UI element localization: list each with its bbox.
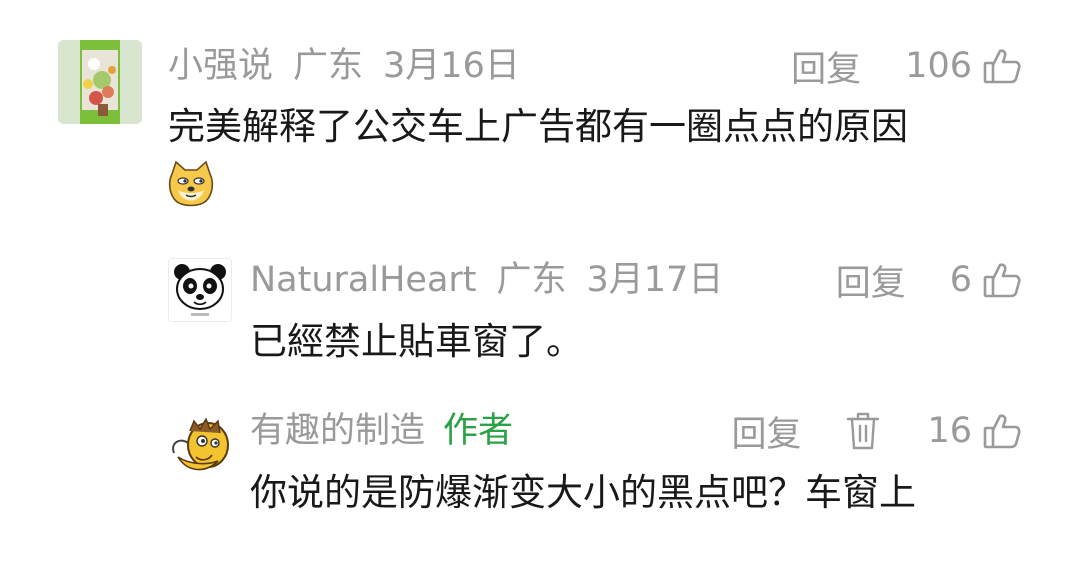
comment-actions: 回复 16 xyxy=(731,409,1022,455)
thumbs-up-icon[interactable] xyxy=(982,46,1022,86)
reply-item: NaturalHeart 广东 3月17日 回复 6 已經禁止貼車窗了。 xyxy=(0,230,1080,370)
author-name[interactable]: 小强说 xyxy=(168,44,273,88)
comment-date: 3月17日 xyxy=(586,260,724,300)
author-region: 广东 xyxy=(293,46,364,86)
comment-meta: NaturalHeart 广东 3月17日 xyxy=(250,258,723,302)
doge-emoji-icon xyxy=(166,160,216,210)
reply-button[interactable]: 回复 xyxy=(731,406,801,457)
like-count: 106 xyxy=(905,46,972,86)
comment-date: 3月16日 xyxy=(383,46,520,86)
reply-item: 有趣的制造 作者 回复 16 你说的是防爆渐变大小的黑点吧？车窗上 xyxy=(0,385,1080,564)
comment-thread: { "comments": [ { "author": "小强说", "regi… xyxy=(0,0,1080,564)
trash-icon[interactable] xyxy=(845,411,881,451)
comment-actions: 回复 106 xyxy=(791,44,1022,90)
comment-text: 已經禁止貼車窗了。 xyxy=(250,320,583,363)
cartoon-avatar-image xyxy=(172,417,229,471)
reply-button[interactable]: 回复 xyxy=(791,41,861,92)
comment-meta: 小强说 广东 3月16日 xyxy=(168,44,520,88)
comment-actions: 回复 6 xyxy=(836,258,1022,304)
avatar[interactable] xyxy=(166,413,232,479)
like-count: 6 xyxy=(949,260,972,300)
avatar[interactable] xyxy=(168,258,232,322)
reply-button[interactable]: 回复 xyxy=(836,255,906,306)
thumbs-up-icon[interactable] xyxy=(982,260,1022,300)
avatar-image xyxy=(58,40,142,124)
thumbs-up-icon[interactable] xyxy=(982,411,1022,451)
panda-avatar-image xyxy=(169,259,231,321)
comment-meta: 有趣的制造 作者 xyxy=(250,409,513,453)
avatar[interactable] xyxy=(58,40,142,124)
comment-text: 完美解释了公交车上广告都有一圈点点的原因 xyxy=(168,105,908,148)
author-name[interactable]: 有趣的制造 xyxy=(250,409,425,453)
author-region: 广东 xyxy=(496,260,567,300)
author-badge: 作者 xyxy=(443,411,514,451)
author-name[interactable]: NaturalHeart xyxy=(250,258,477,302)
comment-item: 小强说 广东 3月16日 回复 106 完美解释了公交车上广告都有一圈点点的原因 xyxy=(0,0,1080,230)
like-count: 16 xyxy=(927,411,972,451)
comment-text: 你说的是防爆渐变大小的黑点吧？车窗上 xyxy=(250,471,916,514)
